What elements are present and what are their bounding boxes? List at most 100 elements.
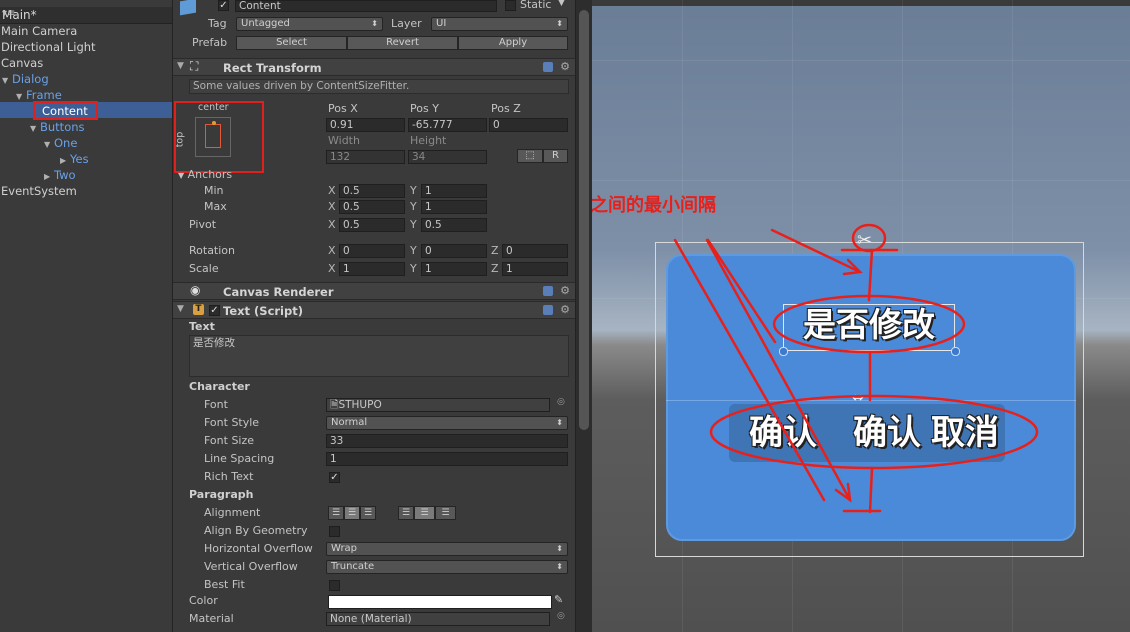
object-name-field[interactable]: Content <box>235 0 497 12</box>
vertical-overflow-dropdown[interactable]: Truncate ⬍ <box>326 560 568 574</box>
material-label: Material <box>189 612 234 625</box>
scene-view[interactable]: 是否修改 确认 确认 取消 ⇔ ✂ 确定元素之间的最小间隔 <box>592 0 1130 632</box>
inspector-scrollbar[interactable] <box>575 0 592 632</box>
help-book-icon[interactable] <box>543 62 553 72</box>
anchor-min-x-field[interactable]: 0.5 <box>339 184 405 198</box>
static-checkbox[interactable] <box>505 0 516 11</box>
align-right-icon[interactable]: ☰ <box>360 506 376 520</box>
raw-edit-button[interactable]: R <box>543 149 568 163</box>
text-script-header[interactable]: ▼ T ✓ Text (Script) ⚙ <box>173 301 575 319</box>
expand-arrow-icon[interactable]: ▼ <box>44 137 54 153</box>
hierarchy-item-two[interactable]: ▶ Two <box>44 167 76 183</box>
blueprint-mode-button[interactable]: ⬚ <box>517 149 543 163</box>
font-field[interactable]: 🗎STHUPO <box>326 398 550 412</box>
text-component-icon: T <box>193 304 204 315</box>
rect-transform-header[interactable]: ▼ ⛶ Rect Transform ⚙ <box>173 58 575 76</box>
align-left-icon[interactable]: ☰ <box>328 506 344 520</box>
tag-value: Untagged <box>241 18 290 29</box>
align-middle-icon[interactable]: ☰ <box>414 506 435 520</box>
expand-arrow-icon[interactable]: ▼ <box>30 121 40 137</box>
help-book-icon[interactable] <box>543 305 553 315</box>
pos-y-field[interactable]: -65.777 <box>408 118 487 132</box>
layer-value: UI <box>436 18 447 29</box>
character-section-label: Character <box>189 380 250 393</box>
text-enabled-checkbox[interactable]: ✓ <box>209 305 220 316</box>
hierarchy-item-eventsystem[interactable]: EventSystem <box>1 183 77 199</box>
best-fit-checkbox[interactable] <box>329 580 340 591</box>
rich-text-checkbox[interactable]: ✓ <box>329 472 340 483</box>
hierarchy-scene-header[interactable]: Main* ▾≡ <box>0 7 172 24</box>
anchors-label: Anchors <box>187 168 233 181</box>
prefab-select-button[interactable]: Select <box>236 36 347 50</box>
tag-dropdown[interactable]: Untagged ⬍ <box>236 17 383 31</box>
align-by-geometry-label: Align By Geometry <box>204 524 308 537</box>
scale-x-field[interactable]: 1 <box>339 262 405 276</box>
text-content-area[interactable]: 是否修改 <box>189 335 569 377</box>
hierarchy-item-buttons[interactable]: ▼ Buttons <box>30 119 85 135</box>
object-picker-icon[interactable]: ◎ <box>557 397 565 407</box>
gear-icon[interactable]: ⚙ <box>560 303 570 316</box>
blueprint-icon: ⬚ <box>525 150 535 161</box>
align-center-icon[interactable]: ☰ <box>344 506 360 520</box>
scale-z-field[interactable]: 1 <box>502 262 568 276</box>
rotation-x-field[interactable]: 0 <box>339 244 405 258</box>
anchor-min-y-field[interactable]: 1 <box>421 184 487 198</box>
active-checkbox[interactable]: ✓ <box>218 0 229 11</box>
font-size-field[interactable]: 33 <box>326 434 568 448</box>
hierarchy-menu-icon[interactable]: ▾≡ <box>2 8 166 19</box>
scrollbar-thumb[interactable] <box>579 10 589 430</box>
hierarchy-item-yes[interactable]: ▶ Yes <box>60 151 89 167</box>
eyedropper-icon[interactable]: ✎ <box>554 593 563 606</box>
anchor-max-x-field[interactable]: 0.5 <box>339 200 405 214</box>
object-picker-icon[interactable]: ◎ <box>557 611 565 621</box>
prefab-revert-button[interactable]: Revert <box>347 36 458 50</box>
pos-z-field[interactable]: 0 <box>489 118 568 132</box>
expand-arrow-icon[interactable]: ▼ <box>2 73 12 89</box>
canvas-renderer-header[interactable]: ◉ Canvas Renderer ⚙ <box>173 282 575 300</box>
arrow-line <box>706 238 777 344</box>
dropdown-arrow-icon: ⬍ <box>556 544 563 553</box>
help-book-icon[interactable] <box>543 286 553 296</box>
foldout-arrow-icon[interactable]: ▼ <box>177 61 184 71</box>
rotation-z-field[interactable]: 0 <box>502 244 568 258</box>
material-field[interactable]: None (Material) <box>326 612 550 626</box>
dropdown-arrow-icon: ⬍ <box>556 418 563 427</box>
buttons-circle-mark <box>709 394 1039 470</box>
pivot-x-field[interactable]: 0.5 <box>339 218 405 232</box>
static-dropdown-icon[interactable]: ▼ <box>558 0 565 8</box>
align-top-icon[interactable]: ☰ <box>398 506 414 520</box>
gear-icon[interactable]: ⚙ <box>560 284 570 297</box>
hierarchy-item-directional-light[interactable]: Directional Light <box>1 39 96 55</box>
rect-transform-icon: ⛶ <box>190 59 199 73</box>
gear-icon[interactable]: ⚙ <box>560 60 570 73</box>
pos-x-label: Pos X <box>328 102 358 115</box>
color-swatch[interactable] <box>328 595 552 609</box>
align-bottom-icon[interactable]: ☰ <box>435 506 456 520</box>
pos-x-field[interactable]: 0.91 <box>326 118 405 132</box>
rotation-label: Rotation <box>189 244 236 257</box>
layer-dropdown[interactable]: UI ⬍ <box>431 17 568 31</box>
title-circle-mark <box>772 294 966 354</box>
hierarchy-item-main-camera[interactable]: Main Camera <box>1 23 77 39</box>
anchor-max-y-field[interactable]: 1 <box>421 200 487 214</box>
x-label: X <box>328 200 336 213</box>
scale-y-field[interactable]: 1 <box>421 262 487 276</box>
pivot-y-field[interactable]: 0.5 <box>421 218 487 232</box>
dropdown-arrow-icon: ⬍ <box>556 19 563 28</box>
expand-arrow-icon[interactable]: ▼ <box>16 89 26 105</box>
alignment-label: Alignment <box>204 506 261 519</box>
hierarchy-item-one[interactable]: ▼ One <box>44 135 77 151</box>
hierarchy-item-dialog[interactable]: ▼ Dialog <box>2 71 49 87</box>
rotation-y-field[interactable]: 0 <box>421 244 487 258</box>
foldout-arrow-icon[interactable]: ▼ <box>177 304 184 314</box>
anchors-foldout[interactable]: ▼ Anchors <box>178 168 232 181</box>
align-by-geometry-checkbox[interactable] <box>329 526 340 537</box>
hierarchy-item-label: Dialog <box>12 72 49 86</box>
x-label: X <box>328 218 336 231</box>
prefab-apply-button[interactable]: Apply <box>458 36 568 50</box>
hierarchy-item-canvas[interactable]: Canvas <box>1 55 43 71</box>
x-label: X <box>328 262 336 275</box>
horizontal-overflow-dropdown[interactable]: Wrap ⬍ <box>326 542 568 556</box>
line-spacing-field[interactable]: 1 <box>326 452 568 466</box>
font-style-dropdown[interactable]: Normal ⬍ <box>326 416 568 430</box>
